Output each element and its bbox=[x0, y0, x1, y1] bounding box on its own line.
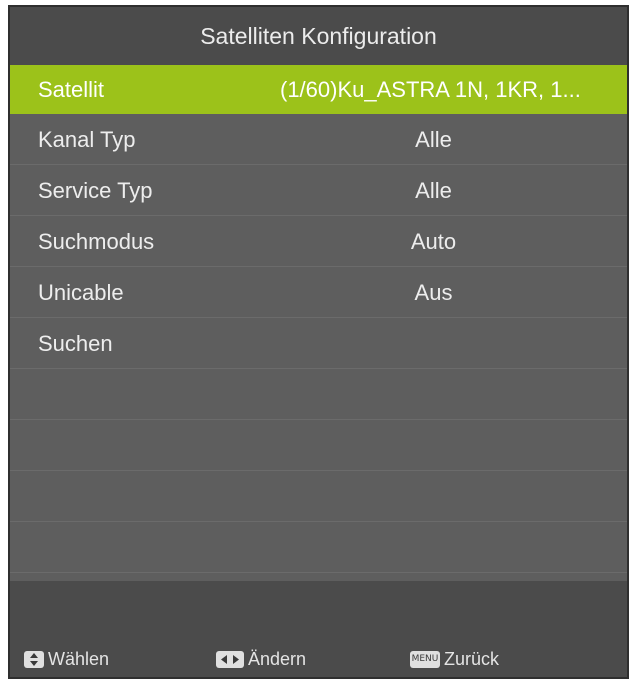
hint-back-label: Zurück bbox=[444, 649, 500, 669]
key-hint-bar: Wählen Ändern MENU Zurück bbox=[10, 581, 627, 677]
menu-item-label: Satellit bbox=[38, 76, 105, 102]
settings-list: Satellit (1/60)Ku_ASTRA 1N, 1KR, 1... Ka… bbox=[10, 65, 627, 581]
menu-key-icon: MENU bbox=[410, 651, 440, 668]
menu-item-unicable[interactable]: Unicable Aus bbox=[10, 269, 627, 318]
menu-item-satellit[interactable]: Satellit (1/60)Ku_ASTRA 1N, 1KR, 1... bbox=[10, 65, 627, 114]
hint-back: MENU Zurück bbox=[410, 649, 499, 670]
menu-item-suchen[interactable]: Suchen bbox=[10, 320, 627, 369]
menu-item-label: Service Typ bbox=[38, 178, 153, 203]
empty-row bbox=[10, 422, 627, 471]
menu-item-value: Aus bbox=[414, 280, 453, 305]
menu-item-value: Alle bbox=[415, 178, 452, 203]
menu-item-label: Kanal Typ bbox=[38, 127, 136, 152]
hint-select: Wählen bbox=[24, 649, 109, 670]
menu-item-label: Suchen bbox=[38, 331, 113, 356]
empty-row bbox=[10, 371, 627, 420]
menu-item-kanal-typ[interactable]: Kanal Typ Alle bbox=[10, 116, 627, 165]
menu-item-value: Auto bbox=[410, 229, 457, 254]
hint-change-label: Ändern bbox=[248, 649, 307, 669]
left-right-key-icon bbox=[216, 651, 244, 668]
menu-item-label: Suchmodus bbox=[38, 229, 155, 254]
page-title: Satelliten Konfiguration bbox=[200, 22, 437, 49]
tv-menu-window: Satelliten Konfiguration Satellit (1/60)… bbox=[8, 5, 629, 679]
up-down-key-icon bbox=[24, 651, 44, 668]
title-bar: Satelliten Konfiguration bbox=[10, 7, 627, 65]
empty-row bbox=[10, 473, 627, 522]
menu-item-service-typ[interactable]: Service Typ Alle bbox=[10, 167, 627, 216]
hint-change: Ändern bbox=[216, 649, 306, 670]
hint-select-label: Wählen bbox=[48, 649, 110, 669]
empty-row bbox=[10, 524, 627, 573]
menu-item-value: (1/60)Ku_ASTRA 1N, 1KR, 1... bbox=[280, 76, 581, 102]
menu-item-value: Alle bbox=[415, 127, 452, 152]
menu-item-suchmodus[interactable]: Suchmodus Auto bbox=[10, 218, 627, 267]
menu-item-label: Unicable bbox=[38, 280, 124, 305]
